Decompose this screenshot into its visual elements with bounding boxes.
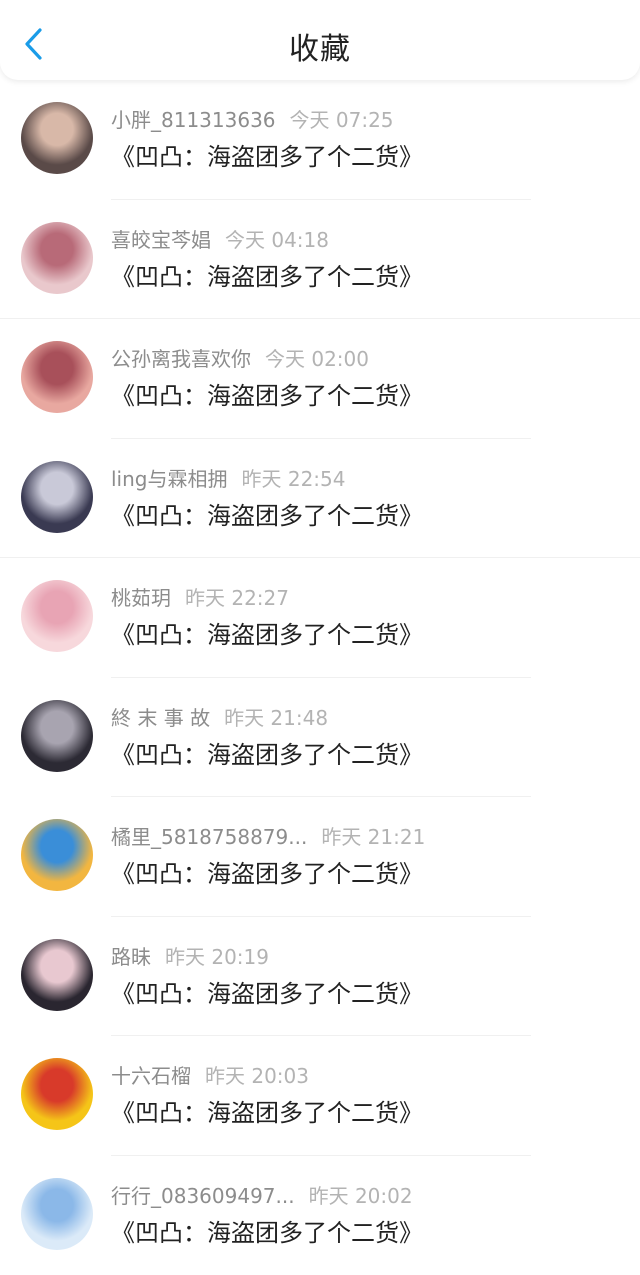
user-name[interactable]: ling与霖相拥 (111, 467, 227, 491)
avatar-anime[interactable] (21, 700, 93, 772)
favorite-title[interactable]: 《凹凸：海盗团多了个二货》 (111, 1218, 423, 1248)
list-item[interactable]: 終 末 事 故昨天 21:48 《凹凸：海盗团多了个二货》 (0, 678, 640, 798)
timestamp: 昨天 21:21 (321, 825, 425, 849)
avatar-pixel[interactable] (21, 1058, 93, 1130)
favorite-title[interactable]: 《凹凸：海盗团多了个二货》 (111, 859, 423, 889)
item-meta: 終 末 事 故昨天 21:48 (111, 706, 328, 730)
timestamp: 昨天 20:03 (205, 1064, 309, 1088)
favorite-title[interactable]: 《凹凸：海盗团多了个二货》 (111, 740, 423, 770)
favorite-title[interactable]: 《凹凸：海盗团多了个二货》 (111, 381, 423, 411)
list-item[interactable]: 行行_083609497... 昨天 20:02 《凹凸：海盗团多了个二货》 (0, 1156, 640, 1275)
list-item[interactable]: 桃茹玥昨天 22:27 《凹凸：海盗团多了个二货》 (0, 558, 640, 678)
user-name[interactable]: 橘里_5818758879... (111, 825, 307, 849)
favorite-title[interactable]: 《凹凸：海盗团多了个二货》 (111, 262, 423, 292)
timestamp: 今天 02:00 (265, 347, 369, 371)
user-name[interactable]: 終 末 事 故 (111, 706, 210, 730)
avatar-anime[interactable] (21, 1178, 93, 1250)
list-item[interactable]: 喜皎宝芩娼今天 04:18 《凹凸：海盗团多了个二货》 (0, 200, 640, 320)
page-title: 收藏 (0, 24, 640, 68)
favorites-list: 小胖_811313636 今天 07:25 《凹凸：海盗团多了个二货》 喜皎宝芩娼… (0, 80, 640, 1275)
item-meta: 路昧昨天 20:19 (111, 945, 269, 969)
avatar-anime[interactable] (21, 580, 93, 652)
timestamp: 今天 07:25 (290, 108, 394, 132)
timestamp: 昨天 21:48 (224, 706, 328, 730)
list-item[interactable]: 公孙离我喜欢你今天 02:00 《凹凸：海盗团多了个二货》 (0, 319, 640, 439)
avatar-anime[interactable] (21, 819, 93, 891)
list-item[interactable]: 橘里_5818758879... 昨天 21:21 《凹凸：海盗团多了个二货》 (0, 797, 640, 917)
avatar-anime[interactable] (21, 461, 93, 533)
item-meta: 喜皎宝芩娼今天 04:18 (111, 228, 329, 252)
avatar-anime[interactable] (21, 222, 93, 294)
favorite-title[interactable]: 《凹凸：海盗团多了个二货》 (111, 979, 423, 1009)
favorite-title[interactable]: 《凹凸：海盗团多了个二货》 (111, 142, 423, 172)
favorite-title[interactable]: 《凹凸：海盗团多了个二货》 (111, 1098, 423, 1128)
user-name[interactable]: 桃茹玥 (111, 586, 171, 610)
timestamp: 今天 04:18 (225, 228, 329, 252)
item-meta: ling与霖相拥昨天 22:54 (111, 467, 345, 491)
top-bar: 收藏 (0, 0, 640, 80)
timestamp: 昨天 22:27 (185, 586, 289, 610)
item-meta: 小胖_811313636 今天 07:25 (111, 108, 394, 132)
user-name[interactable]: 公孙离我喜欢你 (111, 347, 251, 371)
list-item[interactable]: 十六石榴昨天 20:03 《凹凸：海盗团多了个二货》 (0, 1036, 640, 1156)
avatar-anime[interactable] (21, 341, 93, 413)
user-name[interactable]: 十六石榴 (111, 1064, 191, 1088)
item-meta: 行行_083609497... 昨天 20:02 (111, 1184, 413, 1208)
item-meta: 橘里_5818758879... 昨天 21:21 (111, 825, 425, 849)
item-meta: 十六石榴昨天 20:03 (111, 1064, 309, 1088)
user-name[interactable]: 喜皎宝芩娼 (111, 228, 211, 252)
item-meta: 桃茹玥昨天 22:27 (111, 586, 289, 610)
favorite-title[interactable]: 《凹凸：海盗团多了个二货》 (111, 620, 423, 650)
timestamp: 昨天 22:54 (241, 467, 345, 491)
timestamp: 昨天 20:02 (309, 1184, 413, 1208)
user-name[interactable]: 小胖_811313636 (111, 108, 276, 132)
list-item[interactable]: ling与霖相拥昨天 22:54 《凹凸：海盗团多了个二货》 (0, 439, 640, 559)
item-meta: 公孙离我喜欢你今天 02:00 (111, 347, 369, 371)
list-item[interactable]: 小胖_811313636 今天 07:25 《凹凸：海盗团多了个二货》 (0, 80, 640, 200)
favorite-title[interactable]: 《凹凸：海盗团多了个二货》 (111, 501, 423, 531)
user-name[interactable]: 行行_083609497... (111, 1184, 295, 1208)
avatar-anime[interactable] (21, 939, 93, 1011)
user-name[interactable]: 路昧 (111, 945, 151, 969)
avatar-photo[interactable] (21, 102, 93, 174)
list-item[interactable]: 路昧昨天 20:19 《凹凸：海盗团多了个二货》 (0, 917, 640, 1037)
timestamp: 昨天 20:19 (165, 945, 269, 969)
